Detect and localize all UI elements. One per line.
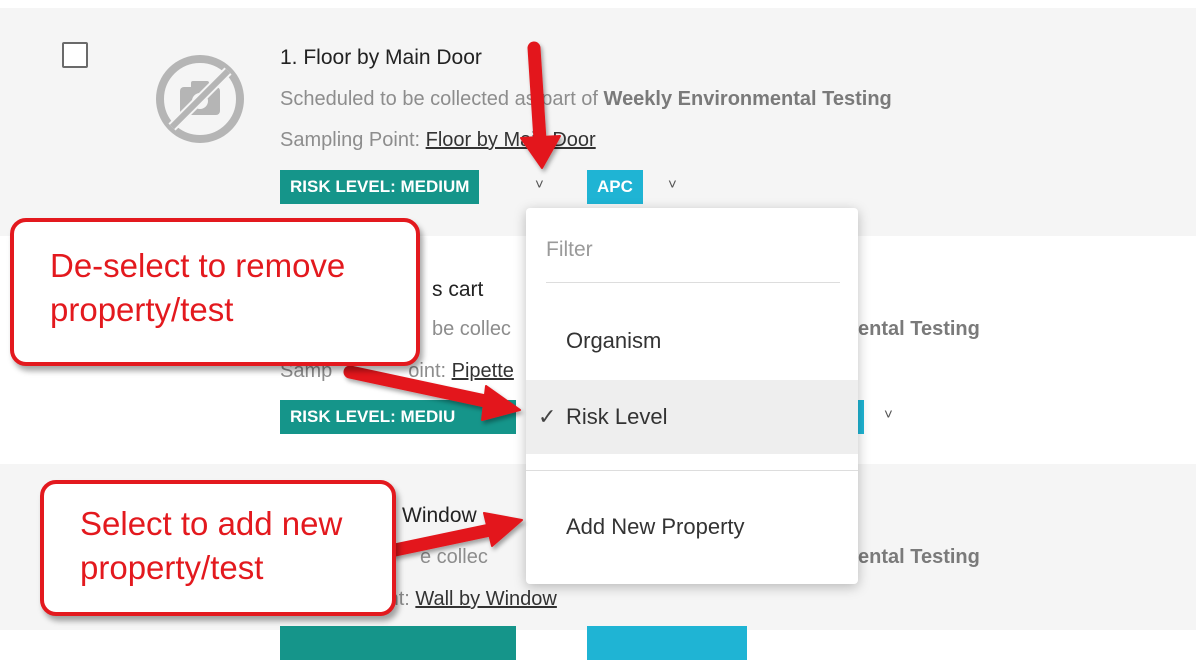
apc-tag[interactable]: APC — [587, 170, 643, 204]
risk-level-tag[interactable]: RISK LEVEL: MEDIUM — [280, 170, 480, 204]
item-schedule-plan: ental Testing — [858, 546, 980, 568]
callout-line: Select to add new — [80, 505, 343, 542]
item-title[interactable]: 1. Floor by Main Door — [280, 46, 482, 70]
item-sampling-point: oint: Wall by Window — [372, 588, 557, 611]
schedule-prefix: Scheduled to be collected as part of — [280, 88, 604, 110]
property-dropdown-menu: Filter Organism ✓ Risk Level Add New Prop… — [526, 208, 858, 584]
sample-row-1: 1. Floor by Main Door Scheduled to be co… — [0, 8, 1196, 236]
dropdown-option-risk-level[interactable]: ✓ Risk Level — [526, 380, 858, 454]
checkmark-icon: ✓ — [538, 404, 557, 429]
risk-level-tag[interactable]: RISK LEVEL: MEDIU — [280, 400, 516, 434]
option-label: Risk Level — [566, 404, 668, 429]
sampling-link[interactable]: Pipette — [452, 360, 514, 382]
item-title[interactable]: s cart — [432, 278, 483, 302]
deselect-callout: De-select to remove property/test — [10, 218, 420, 366]
item-title[interactable]: Window — [402, 504, 477, 528]
risk-level-tag[interactable] — [280, 626, 516, 660]
option-label: Add New Property — [566, 514, 745, 539]
item-schedule: be collec — [432, 318, 511, 340]
callout-line: property/test — [50, 291, 234, 328]
item-schedule-plan: ental Testing — [858, 318, 980, 340]
item-schedule: Scheduled to be collected as part of Wee… — [280, 88, 892, 111]
apc-tag[interactable] — [587, 626, 747, 660]
risk-chevron-down-icon[interactable]: ˅ — [535, 176, 544, 193]
filter-input[interactable]: Filter — [546, 238, 840, 283]
dropdown-divider — [526, 470, 858, 471]
sampling-link[interactable]: Floor by Main Door — [426, 129, 596, 151]
add-new-property-option[interactable]: Add New Property — [526, 490, 858, 564]
row-checkbox[interactable] — [62, 42, 88, 68]
apc-chevron-down-icon[interactable]: ˅ — [884, 406, 893, 423]
select-callout: Select to add new property/test — [40, 480, 396, 616]
sampling-link[interactable]: Wall by Window — [415, 588, 557, 610]
callout-line: De-select to remove — [50, 247, 346, 284]
sampling-label: Sampling Point: — [280, 129, 426, 151]
no-photo-icon — [156, 55, 244, 143]
dropdown-option-organism[interactable]: Organism — [526, 304, 858, 378]
callout-line: property/test — [80, 549, 264, 586]
apc-chevron-down-icon[interactable]: ˅ — [668, 176, 677, 193]
schedule-plan: Weekly Environmental Testing — [603, 88, 892, 110]
item-schedule: e collec — [420, 546, 488, 568]
option-label: Organism — [566, 328, 662, 353]
item-sampling-point: Sampling Point: Floor by Main Door — [280, 129, 596, 152]
